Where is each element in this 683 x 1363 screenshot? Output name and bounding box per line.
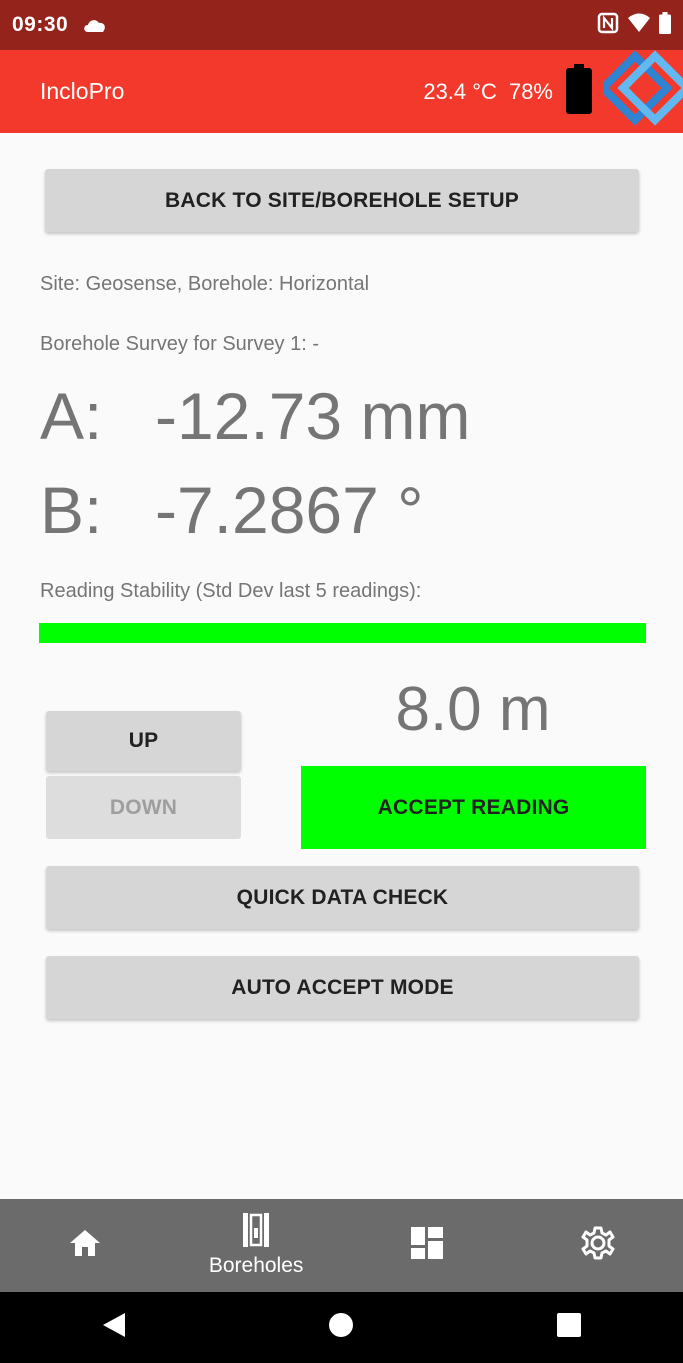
up-button[interactable]: UP: [46, 711, 241, 771]
status-time: 09:30: [12, 13, 69, 36]
nav-home[interactable]: [0, 1199, 171, 1292]
stability-bar: [39, 623, 646, 643]
stability-fill: [39, 623, 646, 643]
survey-info: Borehole Survey for Survey 1: -: [40, 333, 320, 355]
reading-b-value: -7.2867 °: [155, 473, 424, 547]
site-info: Site: Geosense, Borehole: Horizontal: [40, 273, 370, 295]
nav-boreholes[interactable]: Boreholes: [171, 1199, 342, 1292]
app-title: IncloPro: [40, 78, 125, 104]
dashboard-icon: [410, 1227, 443, 1264]
gear-icon: [581, 1226, 615, 1265]
bottom-nav: Boreholes: [0, 1199, 683, 1292]
cloud-icon: [82, 17, 108, 33]
reading-b-label: B:: [40, 473, 103, 547]
temperature-readout: 23.4 °C: [423, 78, 497, 104]
reading-a-value: -12.73 mm: [155, 379, 471, 453]
humidity-readout: 78%: [508, 78, 553, 104]
geosense-logo-icon: [597, 48, 683, 136]
back-to-setup-button[interactable]: BACK TO SITE/BOREHOLE SETUP: [45, 169, 639, 232]
app-bar: IncloPro 23.4 °C 78%: [0, 48, 683, 136]
status-bar: 09:30: [0, 0, 683, 50]
probe-battery-icon: [565, 64, 593, 119]
recents-icon[interactable]: [556, 1312, 582, 1343]
nav-settings[interactable]: [512, 1199, 683, 1292]
battery-icon: [659, 11, 671, 39]
quick-data-check-button[interactable]: QUICK DATA CHECK: [46, 866, 639, 929]
nav-boreholes-label: Boreholes: [208, 1254, 304, 1277]
home-icon: [68, 1228, 102, 1263]
accept-reading-button[interactable]: ACCEPT READING: [301, 766, 646, 849]
stability-label: Reading Stability (Std Dev last 5 readin…: [40, 580, 422, 602]
boreholes-icon: [243, 1213, 270, 1252]
reading-a: A: -12.73 mm: [40, 378, 470, 454]
back-icon[interactable]: [101, 1311, 127, 1344]
nav-dashboard[interactable]: [342, 1199, 513, 1292]
reading-a-label: A:: [40, 379, 103, 453]
wifi-icon: [627, 13, 651, 38]
auto-accept-mode-button[interactable]: AUTO ACCEPT MODE: [46, 956, 639, 1019]
down-button[interactable]: DOWN: [46, 776, 241, 839]
home-circle-icon[interactable]: [328, 1312, 354, 1343]
reading-b: B: -7.2867 °: [40, 472, 424, 548]
nfc-icon: [597, 12, 619, 39]
system-nav: [0, 1292, 683, 1363]
depth-value: 8.0 m: [395, 675, 551, 744]
